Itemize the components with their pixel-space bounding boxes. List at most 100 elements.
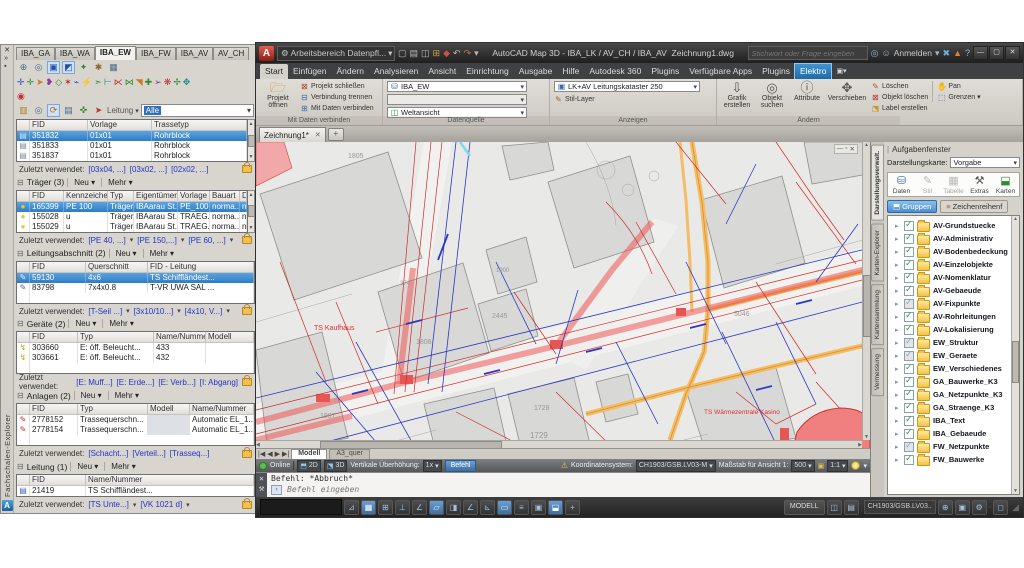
tree-item[interactable]: ▸AV-Grundstuecke bbox=[888, 219, 1011, 232]
col-header[interactable]: FID bbox=[30, 475, 86, 485]
tree-item[interactable]: ▸AV-Lokalisierung bbox=[888, 323, 1011, 336]
table-row[interactable]: ↯ 303660 E: öff. Beleucht... 433 bbox=[17, 343, 254, 353]
snap-icon[interactable]: ▦ bbox=[361, 500, 376, 515]
tree-item[interactable]: ▸FW_Netzpunkte bbox=[888, 440, 1011, 453]
recent-link[interactable]: [E: Muff...] bbox=[76, 378, 112, 387]
drawing-tab[interactable]: Zeichnung1*✕ bbox=[259, 127, 326, 142]
checkbox[interactable] bbox=[904, 429, 914, 439]
lock-icon[interactable] bbox=[242, 378, 252, 386]
checkbox[interactable] bbox=[904, 390, 914, 400]
recent-link[interactable]: [Verteil...] bbox=[132, 449, 165, 458]
qat-dropdown-icon[interactable]: ▾ bbox=[474, 48, 479, 59]
karten-button[interactable]: ⬓Karten bbox=[995, 175, 1016, 195]
col-header[interactable]: Trassetyp bbox=[152, 120, 247, 130]
neu-button[interactable]: Neu ▾ bbox=[74, 462, 101, 471]
mit-daten-verbinden-button[interactable]: ⊞Mit Daten verbinden bbox=[300, 103, 374, 113]
sc-icon[interactable]: + bbox=[565, 500, 580, 515]
tree-item[interactable]: ▸FW_Bauwerke bbox=[888, 453, 1011, 466]
table-row[interactable]: ● 155029 u Träger IBAarau St... TRAEG...… bbox=[17, 222, 247, 232]
ribbon-tab[interactable]: Einfügen bbox=[288, 64, 332, 79]
tree-item[interactable]: ▸EW_Verschiedenes bbox=[888, 362, 1011, 375]
table-scrollbar[interactable]: ▲▼ bbox=[248, 190, 255, 233]
recent-link[interactable]: [T-Seil ...] bbox=[88, 307, 122, 316]
dyn-icon[interactable]: ▭ bbox=[497, 500, 512, 515]
tab-zeichenreihenfolge[interactable]: ≡Zeichenreihenf bbox=[940, 200, 1008, 213]
properties-icon[interactable]: ▪ bbox=[4, 63, 10, 70]
table-row[interactable]: ✎ 83798 7x4x0.8 T-VR UWA SAL ... bbox=[17, 283, 254, 293]
recent-link[interactable]: [E: Erde...] bbox=[117, 378, 155, 387]
grafik-erstellen-button[interactable]: ⇩ Grafik erstellen bbox=[721, 81, 753, 110]
chevron-down-icon[interactable]: ▾ bbox=[935, 48, 940, 59]
table-row[interactable]: ● 155028 u Träger IBAarau St... TRAEG...… bbox=[17, 212, 247, 222]
tree-item[interactable]: ▸AV-Rohrleitungen bbox=[888, 310, 1011, 323]
mehr-button[interactable]: Mehr ▾ bbox=[108, 462, 138, 471]
lock-icon[interactable]: ▣ bbox=[818, 462, 825, 470]
col-header[interactable]: FID - Leitung bbox=[148, 262, 254, 272]
help-icon[interactable]: ? bbox=[965, 48, 970, 58]
collapse-icon[interactable]: ⊟ bbox=[17, 462, 24, 471]
tab-iba-fw[interactable]: IBA_FW bbox=[136, 47, 176, 60]
tree-item[interactable]: ▸GA_Bauwerke_K3 bbox=[888, 375, 1011, 388]
tool-icon[interactable]: ⋈ bbox=[125, 76, 134, 88]
col-header[interactable]: Name/Nummer bbox=[86, 475, 254, 485]
ratio-combo[interactable]: 1:1▾ bbox=[827, 460, 848, 472]
recent-link[interactable]: [PE 150,...] bbox=[137, 236, 177, 245]
checkbox[interactable] bbox=[904, 221, 914, 231]
lock-icon[interactable] bbox=[242, 501, 252, 509]
tool-icon[interactable]: ✶ bbox=[64, 76, 72, 88]
group-label[interactable]: Mit Daten verbinden bbox=[256, 116, 382, 125]
recent-link[interactable]: [E: Verb...] bbox=[158, 378, 195, 387]
ribbon-overflow-icon[interactable]: ▣▾ bbox=[831, 64, 851, 79]
table-row[interactable]: ▤ 351832 01x01 Rohrblock bbox=[17, 131, 247, 141]
vertical-scrollbar[interactable]: ▲▼ bbox=[862, 142, 870, 440]
side-tab-kartensammlung[interactable]: Kartensammlung bbox=[871, 284, 884, 345]
col-header[interactable]: Name/Nummer bbox=[154, 332, 206, 342]
table-icon[interactable]: ▤ bbox=[62, 104, 75, 117]
ribbon-tab[interactable]: Ändern bbox=[332, 64, 369, 79]
col-header[interactable]: FID bbox=[30, 332, 78, 342]
minimize-button[interactable]: — bbox=[973, 46, 988, 60]
plot-icon[interactable]: ⊞ bbox=[433, 48, 441, 59]
tool-icon[interactable]: ◇ bbox=[55, 76, 62, 88]
neu-button[interactable]: Neu ▾ bbox=[72, 319, 99, 328]
infer-constraints-icon[interactable]: ⊿ bbox=[344, 500, 359, 515]
tool-icon[interactable]: ✚ bbox=[145, 76, 153, 88]
tree-item[interactable]: ▸IBA_Text bbox=[888, 414, 1011, 427]
tool-icon[interactable]: ⌁ bbox=[74, 76, 79, 88]
new-icon[interactable]: ▢ bbox=[398, 48, 407, 59]
tool-icon[interactable]: ✥ bbox=[183, 76, 191, 88]
ribbon-tab[interactable]: Analysieren bbox=[369, 64, 423, 79]
col-header[interactable]: Vorlage bbox=[88, 120, 152, 130]
collapse-icon[interactable]: ⊟ bbox=[17, 178, 24, 187]
layout-tab-a3quer[interactable]: A3_quer bbox=[329, 449, 369, 459]
lock-icon[interactable] bbox=[242, 165, 252, 173]
checkbox[interactable] bbox=[904, 377, 914, 387]
feature-combo[interactable]: ▾ bbox=[387, 94, 527, 105]
osnap-icon[interactable]: ▱ bbox=[429, 500, 444, 515]
tool-icon[interactable]: ⋉ bbox=[114, 76, 123, 88]
close-button[interactable]: ✕ bbox=[1005, 46, 1020, 60]
lock-icon[interactable] bbox=[242, 236, 252, 244]
zoom-icon[interactable]: ⊕ bbox=[938, 500, 953, 515]
minimize-icon[interactable]: — bbox=[837, 145, 844, 153]
collapse-icon[interactable]: ⊟ bbox=[17, 391, 24, 400]
col-header[interactable]: Bauart bbox=[210, 191, 240, 201]
checkbox[interactable] bbox=[904, 416, 914, 426]
mehr-button[interactable]: Mehr ▾ bbox=[147, 249, 177, 258]
ribbon-tab[interactable]: Verfügbare Apps bbox=[684, 64, 757, 79]
trace-icon[interactable]: ➤ bbox=[92, 104, 105, 117]
table-row[interactable]: ● 165399 PE 100 Träger IBAarau St... PE_… bbox=[17, 202, 247, 212]
ribbon-tab[interactable]: Plugins bbox=[757, 64, 795, 79]
verbindung-trennen-button[interactable]: ⊟Verbindung trennen bbox=[300, 92, 374, 102]
side-tab-darstellungsverwaltung[interactable]: Darstellungsverwalt. bbox=[871, 145, 884, 221]
new-drawing-button[interactable]: + bbox=[328, 128, 344, 141]
tool-icon[interactable]: ✛ bbox=[27, 76, 35, 88]
tpy-icon[interactable]: ▣ bbox=[531, 500, 546, 515]
tree-item[interactable]: ▸AV-Gebaeude bbox=[888, 284, 1011, 297]
close-icon[interactable]: ✕ bbox=[850, 145, 855, 153]
checkbox[interactable] bbox=[904, 351, 914, 361]
tab-gruppen[interactable]: ⬒Gruppen bbox=[887, 200, 937, 213]
recent-link[interactable]: [03x02, ...] bbox=[130, 165, 167, 174]
lock-icon[interactable] bbox=[242, 307, 252, 315]
search-icon[interactable]: ◎ bbox=[871, 48, 879, 59]
